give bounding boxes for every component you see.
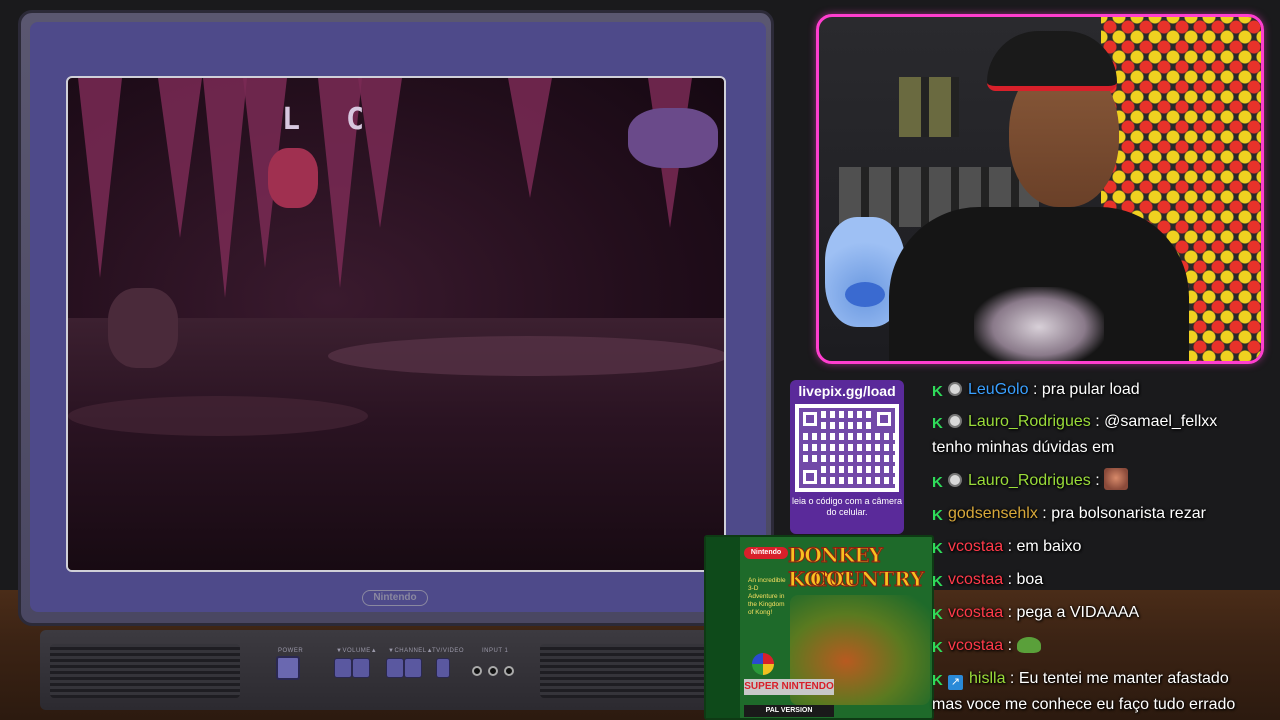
tv-brand-logo: Nintendo	[362, 590, 428, 606]
chat-text: :	[1095, 472, 1100, 489]
box-side	[706, 537, 740, 718]
qr-finder	[799, 466, 821, 488]
diddy-kong-sprite	[268, 148, 318, 208]
kick-badge-icon: K	[932, 415, 943, 432]
tv-video-button[interactable]	[436, 658, 450, 678]
channel-up-button[interactable]	[404, 658, 422, 678]
cave-platform	[68, 396, 368, 436]
chat-message: Kvcostaa : boa	[932, 566, 1278, 593]
kick-badge-icon: K	[932, 507, 943, 524]
kick-badge-icon: K	[932, 639, 943, 656]
volume-down-button[interactable]	[334, 658, 352, 678]
chat-panel: K LeuGolo : pra pular load K Lauro_Rodrigu…	[928, 376, 1280, 720]
qr-url: livepix.gg/load	[798, 383, 896, 399]
chat-username[interactable]: Lauro_Rodrigues	[968, 472, 1091, 489]
plush-bear-belly	[845, 282, 885, 307]
game-box-art: Nintendo DONKEY KONG COUNTRY An incredib…	[704, 535, 934, 720]
chat-message: K LeuGolo : pra pular load	[932, 376, 1278, 403]
input-label: INPUT 1	[482, 648, 509, 654]
chat-message: K Lauro_Rodrigues : @samael_fellxx	[932, 408, 1278, 435]
shirt-print	[974, 287, 1104, 361]
spray-cans	[899, 77, 959, 137]
speaker-vent	[540, 644, 730, 698]
donation-qr-panel[interactable]: livepix.gg/load leia o código com a câme…	[790, 380, 904, 534]
qr-caption: leia o código com a câmera do celular.	[791, 496, 903, 517]
chat-username[interactable]: vcostaa	[948, 538, 1003, 555]
cave-platform	[328, 336, 724, 376]
box-console-name: SUPER NINTENDO	[744, 679, 834, 695]
channel-down-button[interactable]	[386, 658, 404, 678]
subscriber-badge-icon	[948, 473, 962, 487]
chat-message: Kvcostaa : em baixo	[932, 533, 1278, 560]
streamer-cap	[987, 31, 1117, 91]
chat-username[interactable]: vcostaa	[948, 571, 1003, 588]
box-publisher-logo: Nintendo	[744, 547, 788, 559]
chat-username[interactable]: vcostaa	[948, 637, 1003, 654]
box-region: PAL VERSION	[744, 705, 834, 717]
qr-pattern	[799, 408, 895, 488]
kick-badge-icon: K	[932, 540, 943, 557]
chat-message-continuation: tenho minhas dúvidas em	[932, 439, 1115, 456]
webcam-feed	[816, 14, 1264, 364]
stalactite	[358, 78, 402, 228]
chat-text: :	[1007, 637, 1013, 654]
chat-message: Kvcostaa :	[932, 632, 1278, 659]
chat-text: : boa	[1007, 571, 1044, 588]
qr-finder	[799, 408, 821, 430]
chat-text: : pra pular load	[1032, 381, 1140, 398]
hud-letter-c: C	[346, 102, 365, 137]
arrow-badge-icon: ↗	[948, 675, 963, 690]
subscriber-badge-icon	[948, 414, 962, 428]
kick-badge-icon: K	[932, 383, 943, 400]
speaker-vent	[50, 644, 240, 698]
chat-message: K Lauro_Rodrigues :	[932, 467, 1278, 494]
kick-badge-icon: K	[932, 606, 943, 623]
volume-label: ▼VOLUME▲	[336, 648, 378, 654]
chat-message: K ↗ hislla : Eu tentei me manter afastado	[932, 665, 1278, 692]
chat-text: : @samael_fellxx	[1095, 413, 1218, 430]
qr-code	[795, 404, 899, 492]
chat-username[interactable]: vcostaa	[948, 604, 1003, 621]
chat-message: Kvcostaa : pega a VIDAAAA	[932, 599, 1278, 626]
chat-text: : pra bolsonarista rezar	[1042, 505, 1206, 522]
enemy-sprite	[628, 108, 718, 168]
av-jack	[488, 666, 498, 676]
volume-up-button[interactable]	[352, 658, 370, 678]
box-title-line2: COUNTRY	[809, 567, 925, 592]
face-emote-icon	[1104, 468, 1129, 490]
kick-badge-icon: K	[932, 474, 943, 491]
box-blurb: An incredible 3-D Adventure in the Kingd…	[748, 577, 786, 616]
chat-username[interactable]: godsensehlx	[948, 505, 1038, 522]
game-screen: L C	[66, 76, 726, 572]
chat-username[interactable]: Lauro_Rodrigues	[968, 413, 1091, 430]
chat-username[interactable]: hislla	[969, 670, 1005, 687]
av-jack	[472, 666, 482, 676]
av-jack	[504, 666, 514, 676]
chat-message: Kgodsensehlx : pra bolsonarista rezar	[932, 500, 1278, 527]
chat-username[interactable]: LeuGolo	[968, 381, 1029, 398]
tv-video-label: TV/VIDEO	[432, 648, 465, 654]
chat-message-continuation: mas voce me conhece eu faço tudo errado	[932, 696, 1236, 713]
stalactite	[203, 78, 247, 298]
kick-badge-icon: K	[932, 672, 943, 689]
subscriber-badge-icon	[948, 382, 962, 396]
qr-finder	[873, 408, 895, 430]
chat-text: : pega a VIDAAAA	[1007, 604, 1140, 621]
hud-letter-l: L	[282, 102, 301, 137]
channel-label: ▼CHANNEL▲	[388, 648, 434, 654]
donkey-kong-sprite	[108, 288, 178, 368]
snes-logo-icon	[752, 653, 774, 675]
stalactite	[78, 78, 122, 278]
chat-text: : Eu tentei me manter afastado	[1009, 670, 1229, 687]
power-label: POWER	[278, 648, 304, 654]
kick-badge-icon: K	[932, 573, 943, 590]
frog-emote-icon	[1016, 637, 1041, 653]
stalactite	[508, 78, 552, 198]
chat-text: : em baixo	[1007, 538, 1082, 555]
power-button[interactable]	[276, 656, 300, 680]
stalactite	[158, 78, 202, 238]
